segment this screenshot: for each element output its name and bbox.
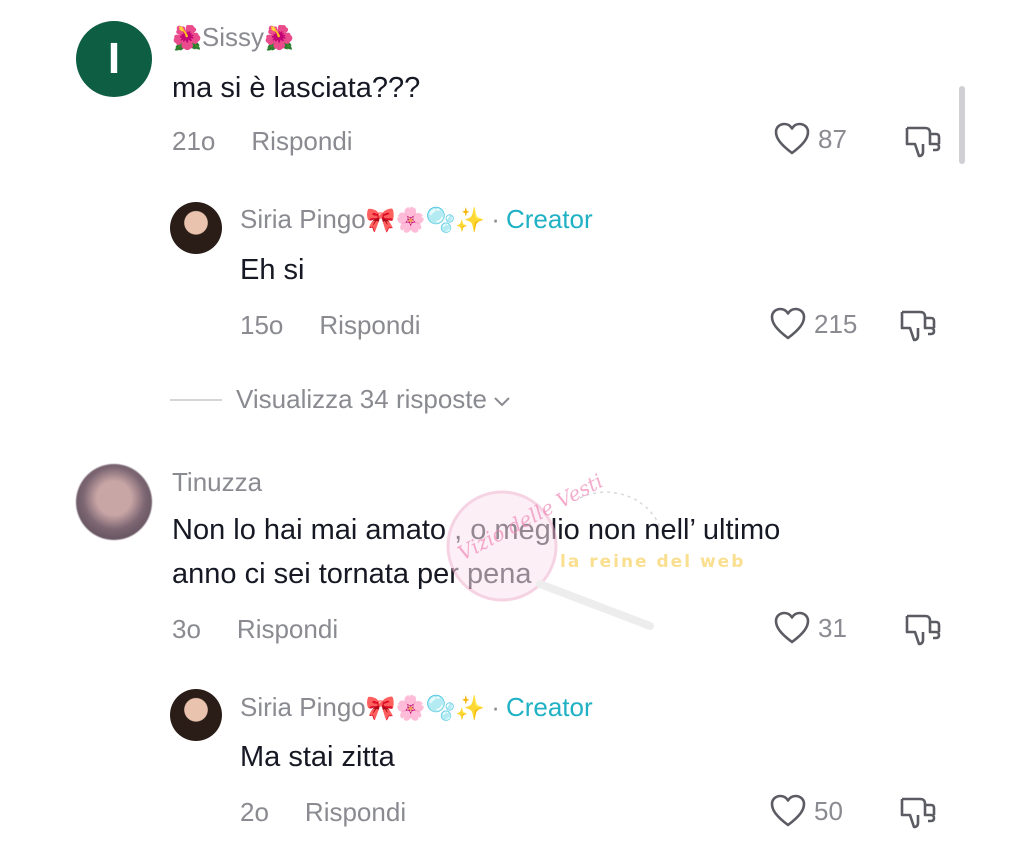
like-button[interactable]: 50: [770, 794, 843, 828]
like-button[interactable]: 31: [774, 611, 847, 645]
dislike-button[interactable]: [903, 612, 941, 648]
heart-icon: [770, 794, 806, 828]
thumbs-down-icon: [898, 795, 936, 831]
comment-text: Eh si: [240, 254, 305, 286]
chevron-down-icon: [493, 384, 511, 415]
comment-text: ma si è lasciata???: [172, 72, 421, 104]
thumbs-down-icon: [903, 612, 941, 648]
comment-meta: 15o Rispondi: [240, 310, 421, 341]
comment-text: Ma stai zitta: [240, 741, 395, 773]
creator-badge: Creator: [505, 204, 593, 234]
like-count: 50: [814, 795, 843, 826]
username-creator[interactable]: Siria Pingo🎀🌸🫧✨ · Creator: [240, 692, 593, 723]
avatar-siria[interactable]: [170, 202, 222, 254]
like-count: 87: [818, 123, 847, 154]
separator-dot: ·: [491, 692, 500, 722]
username-tinuzza[interactable]: Tinuzza: [172, 467, 262, 498]
dislike-button[interactable]: [898, 308, 936, 344]
thumbs-down-icon: [898, 308, 936, 344]
dislike-button[interactable]: [898, 795, 936, 831]
scrollbar[interactable]: [959, 86, 965, 164]
username-text: Siria Pingo: [240, 692, 366, 722]
heart-icon: [774, 122, 810, 156]
reply-button[interactable]: Rispondi: [305, 797, 406, 827]
avatar-letter: I: [107, 34, 121, 83]
view-replies-button[interactable]: Visualizza 34 risposte: [170, 384, 511, 415]
reply-button[interactable]: Rispondi: [319, 310, 420, 340]
hibiscus-icon: 🌺: [264, 25, 294, 52]
reply-button[interactable]: Rispondi: [237, 614, 338, 644]
comment-time: 3o: [172, 614, 201, 644]
decorative-emoji-icons: 🎀🌸🫧✨: [365, 695, 486, 722]
separator-dot: ·: [491, 204, 500, 234]
decorative-emoji-icons: 🎀🌸🫧✨: [365, 207, 486, 234]
heart-icon: [770, 307, 806, 341]
comment-time: 21o: [172, 126, 216, 156]
view-replies-label: Visualizza 34 risposte: [236, 384, 487, 414]
avatar-sissy[interactable]: I: [76, 21, 152, 97]
comment-meta: 2o Rispondi: [240, 797, 406, 828]
hibiscus-icon: 🌺: [172, 25, 202, 52]
username-sissy[interactable]: 🌺Sissy🌺: [172, 22, 294, 53]
like-button[interactable]: 87: [774, 122, 847, 156]
divider-line: [170, 398, 222, 401]
like-count: 31: [818, 612, 847, 643]
comment-meta: 3o Rispondi: [172, 614, 338, 645]
comment-time: 2o: [240, 797, 269, 827]
like-button[interactable]: 215: [770, 307, 857, 341]
reply-button[interactable]: Rispondi: [251, 126, 352, 156]
heart-icon: [774, 611, 810, 645]
like-count: 215: [814, 308, 858, 339]
comment-time: 15o: [240, 310, 284, 340]
creator-badge: Creator: [505, 692, 593, 722]
username-creator[interactable]: Siria Pingo🎀🌸🫧✨ · Creator: [240, 204, 593, 235]
thumbs-down-icon: [903, 124, 941, 160]
avatar-siria[interactable]: [170, 689, 222, 741]
comment-meta: 21o Rispondi: [172, 126, 353, 157]
avatar-tinuzza[interactable]: [76, 464, 152, 540]
watermark-text-right: la reine del web: [560, 552, 746, 572]
username-text: Sissy: [201, 22, 265, 52]
username-text: Siria Pingo: [240, 204, 366, 234]
dislike-button[interactable]: [903, 124, 941, 160]
